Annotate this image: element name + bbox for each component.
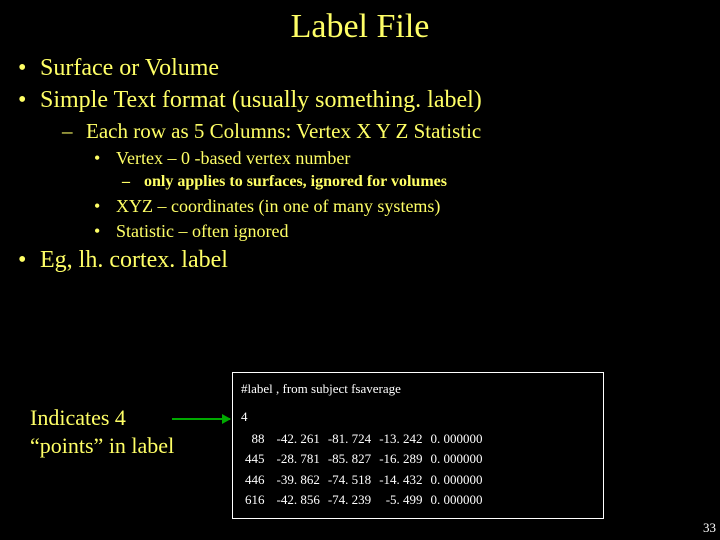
file-table: 88 -42. 261 -81. 724 -13. 242 0. 000000 …: [241, 429, 487, 510]
callout-line2: “points” in label: [30, 433, 174, 458]
file-header: #label , from subject fsaverage: [241, 379, 595, 399]
table-row: 445 -28. 781 -85. 827 -16. 289 0. 000000: [241, 449, 487, 469]
table-row: 446 -39. 862 -74. 518 -14. 432 0. 000000: [241, 470, 487, 490]
arrow-icon: [172, 418, 230, 420]
bullet-surface-or-volume: Surface or Volume: [18, 52, 720, 84]
bullet-simple-text-format: Simple Text format (usually something. l…: [18, 84, 720, 116]
bullet-columns: Each row as 5 Columns: Vertex X Y Z Stat…: [58, 117, 720, 146]
table-row: 88 -42. 261 -81. 724 -13. 242 0. 000000: [241, 429, 487, 449]
label-file-box: #label , from subject fsaverage 4 88 -42…: [232, 372, 604, 519]
slide-title: Label File: [0, 0, 720, 52]
bullet-vertex: Vertex – 0 -based vertex number: [94, 146, 720, 171]
bullet-example: Eg, lh. cortex. label: [18, 244, 720, 276]
bullet-statistic: Statistic – often ignored: [94, 219, 720, 244]
table-row: 616 -42. 856 -74. 239 -5. 499 0. 000000: [241, 490, 487, 510]
bullet-vertex-note: only applies to surfaces, ignored for vo…: [122, 171, 720, 193]
callout-line1: Indicates 4: [30, 405, 126, 430]
bullet-xyz: XYZ – coordinates (in one of many system…: [94, 194, 720, 219]
file-count: 4: [241, 407, 595, 427]
slide-content: Surface or Volume Simple Text format (us…: [0, 52, 720, 277]
callout-text: Indicates 4 “points” in label: [30, 404, 174, 459]
page-number: 33: [703, 520, 716, 536]
